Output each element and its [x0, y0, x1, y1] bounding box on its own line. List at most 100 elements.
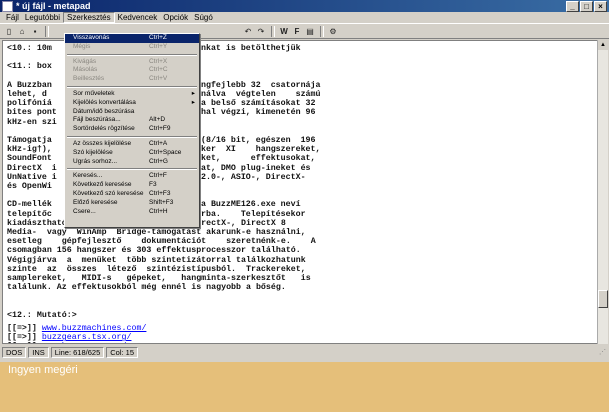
menu-item-label: Fájl beszúrása... [73, 116, 121, 124]
menu-item-shortcut: Ctrl+F [149, 172, 167, 180]
link-prefix: [[=>]] [7, 324, 42, 333]
menu-item-label: Az összes kijelölése [73, 139, 132, 147]
url-link[interactable]: www.buzzscene.ca/ [42, 342, 127, 343]
url-link[interactable]: buzzgears.tsx.org/ [42, 333, 132, 342]
menu-help[interactable]: Súgó [191, 13, 216, 22]
menu-item[interactable]: Előző keresése Shift+F3 [65, 199, 199, 208]
caption: Ingyen megéri [8, 364, 78, 376]
link-list: [[=>]] www.buzzmachines.com/[[=>]] buzzg… [7, 324, 147, 343]
menu-item: Beillesztés Ctrl+V [65, 75, 199, 84]
status-bar: DOS INS Line: 618/625 Col: 15 ⋰ [0, 346, 609, 358]
submenu-arrow-icon: ▸ [191, 98, 195, 106]
menu-item[interactable]: Kijelölés konvertálása ▸ [65, 99, 199, 108]
menu-item-shortcut: Ctrl+G [149, 157, 168, 165]
editor-line: szinte az összes létező szintézistípusbó… [7, 264, 306, 274]
editor-line: at, DMO plug-ineket és [201, 163, 311, 173]
toolbar-separator [45, 25, 49, 37]
menu-bar: Fájl Legutóbbi Szerkesztés Kedvencek Opc… [0, 12, 609, 23]
menu-item-shortcut: Ctrl+A [149, 139, 168, 147]
minimize-button[interactable]: _ [566, 0, 579, 12]
menu-options[interactable]: Opciók [160, 13, 191, 22]
menu-item: Másolás Ctrl+C [65, 66, 199, 75]
menu-item-label: Sor műveletek [73, 89, 115, 97]
menu-item-label: Előző keresése [73, 198, 118, 206]
menu-item-shortcut: Alt+D [149, 116, 166, 124]
menu-item-label: Kijelölés konvertálása [73, 98, 136, 106]
title-bar: * új fájl - metapad _ □ × [0, 0, 609, 12]
menu-item-shortcut: Ctrl+F9 [149, 125, 171, 133]
editor-line: a BuzzME126.exe neví [201, 200, 301, 210]
menu-item[interactable]: Sor műveletek ▸ [65, 90, 199, 99]
window-title: * új fájl - metapad [16, 1, 91, 11]
edit-menu-dropdown: Visszavonás Ctrl+Z Mégis Ctrl+Y Kivágás Ctrl+… [64, 33, 200, 228]
word-wrap-icon[interactable]: W [278, 26, 290, 37]
menu-item-shortcut: Ctrl+Space [149, 148, 182, 156]
menu-item[interactable]: Ugrás sorhoz... Ctrl+G [65, 158, 199, 167]
submenu-arrow-icon: ▸ [191, 89, 195, 97]
menu-item-label: Csere... [73, 207, 96, 215]
menu-item-label: Sortördelés rögzítése [73, 125, 135, 133]
editor-line: 2.0-, ASIO-, DirectX- [201, 172, 306, 182]
resize-grip-icon[interactable]: ⋰ [599, 348, 609, 357]
maximize-button[interactable]: □ [580, 0, 593, 12]
editor-line: samplereket, MIDI-s gépeket, hangminta-s… [7, 274, 311, 284]
font-icon[interactable]: F [291, 26, 303, 37]
menu-item[interactable]: Visszavonás Ctrl+Z [65, 34, 199, 43]
menu-item[interactable]: Sortördelés rögzítése Ctrl+F9 [65, 125, 199, 134]
url-link[interactable]: www.buzzmachines.com/ [42, 324, 147, 333]
status-column: Col: 15 [106, 346, 139, 358]
open-icon[interactable]: ⌂ [16, 26, 28, 37]
vertical-scrollbar[interactable]: ▲ [597, 40, 608, 344]
editor-line: <12.: Mutató:> [7, 310, 77, 320]
menu-item: Mégis Ctrl+Y [65, 43, 199, 52]
redo-icon[interactable]: ↷ [255, 26, 267, 37]
editor-line: Media- vagy WinAmp Bridge-támogatást aka… [7, 228, 306, 238]
menu-item-shortcut: Shift+F3 [149, 198, 174, 206]
menu-favorites[interactable]: Kedvencek [115, 13, 161, 22]
link-prefix: [[=>]] [7, 333, 42, 343]
menu-item-label: Következő szó keresése [73, 189, 144, 197]
menu-item-label: Szó kijelölése [73, 148, 113, 156]
menu-item-shortcut: Ctrl+Y [149, 42, 168, 50]
menu-item-shortcut: Ctrl+H [149, 207, 168, 215]
menu-item-label: Következő keresése [73, 181, 132, 189]
menu-separator [67, 53, 197, 56]
menu-item-label: Visszavonás [73, 34, 110, 41]
menu-item-shortcut: Ctrl+C [149, 66, 168, 74]
status-format: DOS [2, 346, 27, 358]
scroll-thumb[interactable] [598, 290, 608, 308]
menu-item[interactable]: Az összes kijelölése Ctrl+A [65, 140, 199, 149]
new-icon[interactable]: ▯ [3, 26, 15, 37]
undo-icon[interactable]: ↶ [242, 26, 254, 37]
menu-recent[interactable]: Legutóbbi [22, 13, 63, 22]
scroll-up-arrow[interactable]: ▲ [598, 40, 608, 50]
toolbar-separator [320, 25, 324, 37]
menu-file[interactable]: Fájl [3, 13, 22, 22]
menu-item-shortcut: Ctrl+Z [149, 34, 167, 41]
menu-item-shortcut: F3 [149, 181, 157, 189]
preview-icon[interactable]: ▤ [304, 26, 316, 37]
menu-item[interactable]: Következő keresése F3 [65, 181, 199, 190]
editor-line: találunk. Az effektusokból még ennél is … [7, 283, 286, 293]
settings-icon[interactable]: ⚙ [327, 26, 339, 37]
menu-edit[interactable]: Szerkesztés [63, 12, 115, 23]
menu-item: Kivágás Ctrl+X [65, 58, 199, 67]
menu-item[interactable]: Keresés... Ctrl+F [65, 172, 199, 181]
close-button[interactable]: × [594, 0, 607, 12]
menu-item[interactable]: Csere... Ctrl+H [65, 208, 199, 217]
menu-item-shortcut: Ctrl+X [149, 57, 168, 65]
menu-item[interactable]: Következő szó keresése Ctrl+F3 [65, 190, 199, 199]
editor-line: ngfejlebb 32 csatornája [201, 80, 321, 90]
menu-item[interactable]: Szó kijelölése Ctrl+Space [65, 149, 199, 158]
menu-item-shortcut: Ctrl+V [149, 75, 168, 83]
editor-line: rba. Telepítésekor [201, 209, 306, 219]
editor-line: (8/16 bit, egészen 196 [201, 136, 316, 146]
menu-item[interactable]: Fájl beszúrása... Alt+D [65, 116, 199, 125]
save-icon[interactable]: ▪ [29, 26, 41, 37]
menu-item[interactable]: Dátum/idő beszúrása [65, 108, 199, 117]
